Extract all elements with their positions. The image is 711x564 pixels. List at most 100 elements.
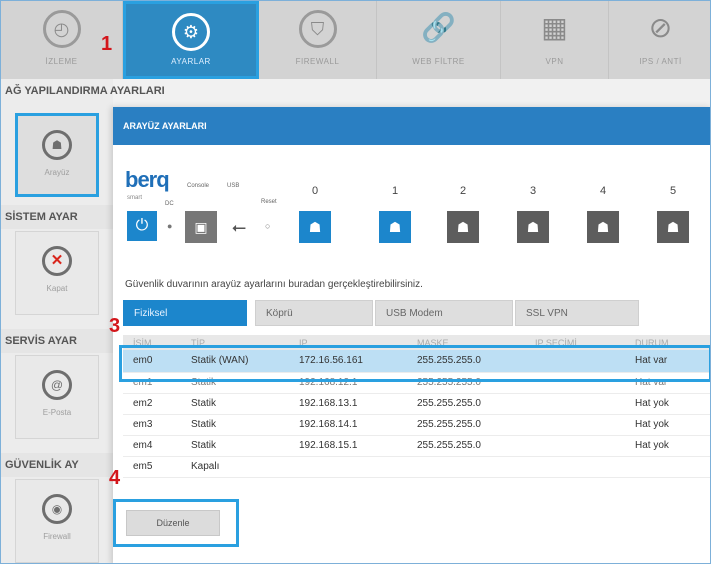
tab-firewall[interactable]: ⛉ FIREWALL bbox=[259, 1, 377, 79]
dc-indicator: ● bbox=[167, 221, 173, 231]
firewall-icon: ◉ bbox=[42, 494, 72, 524]
usb-icon: ⭠ bbox=[223, 211, 255, 243]
port-number: 2 bbox=[459, 185, 467, 197]
console-port-icon: ▣ bbox=[185, 211, 217, 243]
column-header[interactable]: MASKE bbox=[407, 335, 525, 350]
port-number: 0 bbox=[311, 185, 319, 197]
table-cell: 255.255.255.0 bbox=[407, 372, 525, 394]
gear-icon: ⚙ bbox=[172, 13, 210, 51]
network-icon: ▦ bbox=[541, 12, 568, 43]
dc-label: DC bbox=[165, 201, 174, 207]
ips-icon: ⊘ bbox=[648, 12, 673, 43]
port-number: 5 bbox=[669, 185, 677, 197]
tab-label: WEB FİLTRE bbox=[412, 57, 465, 66]
table-cell: em5 bbox=[123, 456, 181, 478]
tab-label: İZLEME bbox=[45, 57, 78, 66]
table-cell bbox=[525, 414, 625, 436]
table-cell: em3 bbox=[123, 414, 181, 436]
tab-usb-modem[interactable]: USB Modem bbox=[375, 300, 513, 326]
sidebar-section-heading: GÜVENLİK AY bbox=[1, 453, 113, 477]
column-header[interactable]: IP bbox=[289, 335, 407, 350]
table-cell: em2 bbox=[123, 393, 181, 415]
tab-web-filtre[interactable]: 🔗 WEB FİLTRE bbox=[377, 1, 501, 79]
sidebar-item-eposta[interactable]: @ E-Posta bbox=[15, 355, 99, 439]
column-header[interactable]: DURUM bbox=[625, 335, 710, 350]
table-cell: 192.168.14.1 bbox=[289, 414, 407, 436]
sidebar: ☗ Arayüz SİSTEM AYAR ✕ Kapat SERVİS AYAR… bbox=[1, 79, 113, 563]
table-cell: Hat var bbox=[625, 372, 710, 394]
port-number: 3 bbox=[529, 185, 537, 197]
page-title: AĞ YAPILANDIRMA AYARLARI bbox=[5, 85, 165, 97]
interface-table: İSİM TİP IP MASKE IP SEÇİMİ DURUM em0 St… bbox=[123, 335, 710, 478]
tab-label: VPN bbox=[545, 57, 564, 66]
ethernet-port-icon[interactable]: ☗ bbox=[299, 211, 331, 243]
sidebar-item-label: Firewall bbox=[43, 532, 71, 541]
tab-ips[interactable]: ⊘ IPS / ANTİ bbox=[609, 1, 710, 79]
table-header-row: İSİM TİP IP MASKE IP SEÇİMİ DURUM bbox=[123, 335, 710, 350]
brand-sub: smart bbox=[127, 195, 142, 201]
table-row[interactable]: em5 Kapalı bbox=[123, 456, 710, 478]
table-cell: em4 bbox=[123, 435, 181, 457]
usb-label: USB bbox=[227, 183, 240, 189]
sidebar-item-label: E-Posta bbox=[42, 408, 72, 417]
sidebar-section-heading: SERVİS AYAR bbox=[1, 329, 113, 353]
ethernet-port-icon[interactable]: ☗ bbox=[587, 211, 619, 243]
table-row[interactable]: em4 Statik 192.168.15.1 255.255.255.0 Ha… bbox=[123, 435, 710, 457]
table-cell bbox=[525, 456, 625, 478]
link-icon: 🔗 bbox=[421, 12, 456, 43]
edit-button[interactable]: Düzenle bbox=[126, 510, 220, 536]
table-cell: Kapalı bbox=[181, 456, 289, 478]
table-cell: 192.168.15.1 bbox=[289, 435, 407, 457]
table-row[interactable]: em0 Statik (WAN) 172.16.56.161 255.255.2… bbox=[123, 350, 710, 373]
gauge-icon: ◴ bbox=[42, 10, 81, 48]
table-cell bbox=[525, 372, 625, 394]
tab-vpn[interactable]: ▦ VPN bbox=[501, 1, 609, 79]
ethernet-port-icon[interactable]: ☗ bbox=[379, 211, 411, 243]
table-cell: Statik (WAN) bbox=[181, 350, 289, 373]
table-cell: Hat yok bbox=[625, 414, 710, 436]
device-diagram: berq smart ⏻ DC ● Console ▣ USB ⭠ Reset … bbox=[123, 163, 703, 263]
interface-tabs: Fiziksel Köprü USB Modem SSL VPN bbox=[123, 300, 708, 326]
ethernet-port-icon[interactable]: ☗ bbox=[657, 211, 689, 243]
table-cell bbox=[289, 456, 407, 478]
port-number: 1 bbox=[391, 185, 399, 197]
table-row[interactable]: em1 Statik 192.168.12.1 255.255.255.0 Ha… bbox=[123, 372, 710, 394]
ethernet-port-icon[interactable]: ☗ bbox=[447, 211, 479, 243]
table-cell: Statik bbox=[181, 435, 289, 457]
brand-logo: berq bbox=[125, 167, 170, 192]
table-cell bbox=[525, 435, 625, 457]
table-row[interactable]: em2 Statik 192.168.13.1 255.255.255.0 Ha… bbox=[123, 393, 710, 415]
column-header[interactable]: İSİM bbox=[123, 335, 181, 350]
table-cell: Statik bbox=[181, 414, 289, 436]
table-row[interactable]: em3 Statik 192.168.14.1 255.255.255.0 Ha… bbox=[123, 414, 710, 436]
tab-label: AYARLAR bbox=[171, 57, 211, 66]
app-window: ◴ İZLEME ⚙ AYARLAR ⛉ FIREWALL 🔗 WEB FİLT… bbox=[0, 0, 711, 564]
sidebar-item-arayuz[interactable]: ☗ Arayüz bbox=[15, 113, 99, 197]
tab-kopru[interactable]: Köprü bbox=[255, 300, 373, 326]
column-header[interactable]: TİP bbox=[181, 335, 289, 350]
step-marker-3: 3 bbox=[109, 315, 121, 337]
sidebar-section-heading: SİSTEM AYAR bbox=[1, 205, 113, 229]
power-icon[interactable]: ⏻ bbox=[127, 211, 157, 241]
table-cell: Hat yok bbox=[625, 435, 710, 457]
tab-label: FIREWALL bbox=[295, 57, 340, 66]
tab-fiziksel[interactable]: Fiziksel bbox=[123, 300, 247, 326]
table-cell bbox=[525, 393, 625, 415]
table-cell: Statik bbox=[181, 393, 289, 415]
tab-ssl-vpn[interactable]: SSL VPN bbox=[515, 300, 639, 326]
ethernet-port-icon[interactable]: ☗ bbox=[517, 211, 549, 243]
table-cell: Statik bbox=[181, 372, 289, 394]
tab-ayarlar[interactable]: ⚙ AYARLAR bbox=[123, 1, 259, 79]
sidebar-item-kapat[interactable]: ✕ Kapat bbox=[15, 231, 99, 315]
network-port-icon: ☗ bbox=[42, 130, 72, 160]
sidebar-item-firewall[interactable]: ◉ Firewall bbox=[15, 479, 99, 563]
table-cell: 255.255.255.0 bbox=[407, 350, 525, 373]
sidebar-item-label: Arayüz bbox=[44, 168, 70, 177]
column-header[interactable]: IP SEÇİMİ bbox=[525, 335, 625, 350]
port-number: 4 bbox=[599, 185, 607, 197]
edit-button-highlight: Düzenle bbox=[113, 499, 239, 547]
panel-title: ARAYÜZ AYARLARI bbox=[113, 107, 710, 145]
interface-settings-panel: ARAYÜZ AYARLARI berq smart ⏻ DC ● Consol… bbox=[113, 107, 710, 563]
email-icon: @ bbox=[42, 370, 72, 400]
table-cell bbox=[407, 456, 525, 478]
